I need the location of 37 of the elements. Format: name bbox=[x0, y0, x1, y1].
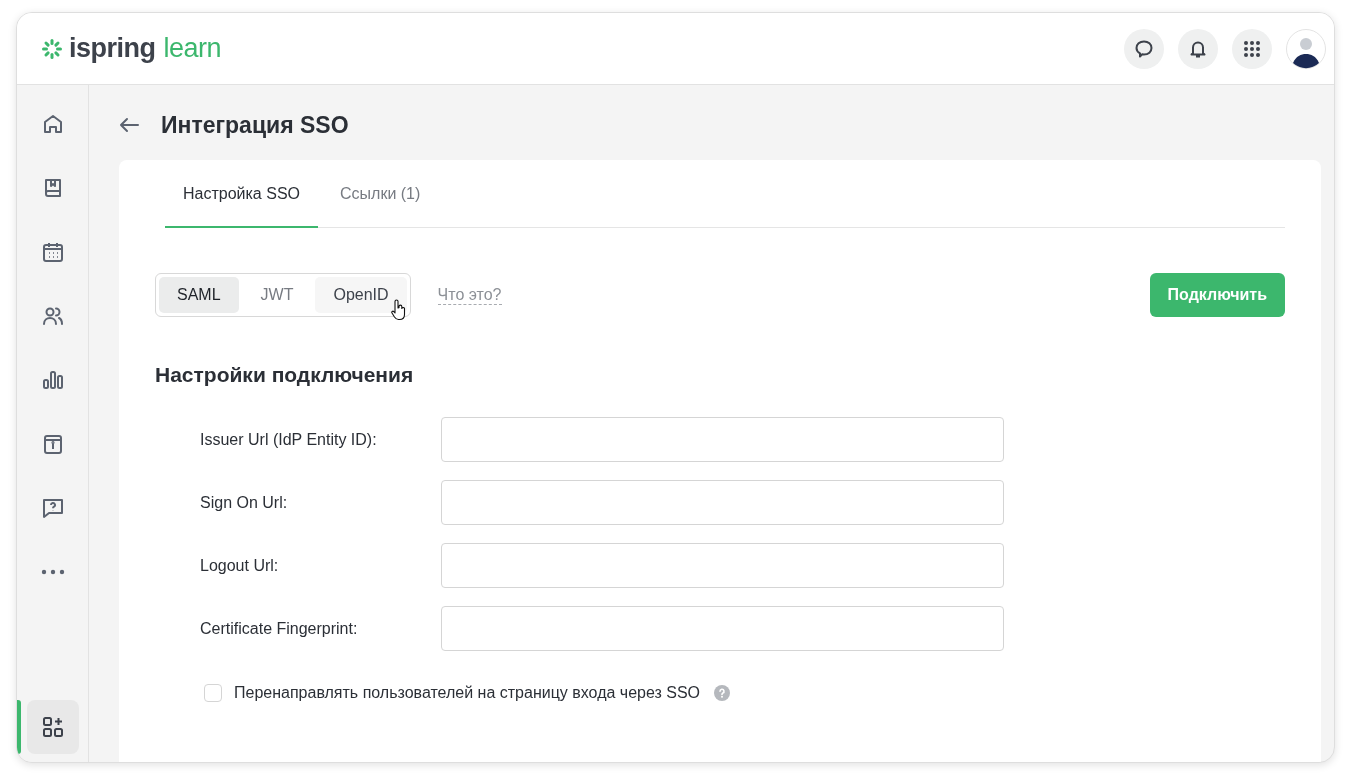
hand-cursor-icon bbox=[390, 299, 407, 321]
apps-grid-icon bbox=[1243, 39, 1261, 58]
calendar-icon bbox=[40, 240, 65, 264]
logo-icon bbox=[41, 37, 63, 60]
connect-button[interactable]: Подключить bbox=[1149, 273, 1285, 317]
page-title: Интеграция SSO bbox=[161, 111, 349, 139]
checkbox-label: Перенаправлять пользователей на страницу входа через SSO bbox=[234, 684, 701, 702]
sidebar-item[interactable] bbox=[26, 700, 79, 754]
section-title: Настройки подключения bbox=[155, 363, 415, 387]
add-apps-icon bbox=[40, 715, 65, 739]
bar-chart-icon bbox=[40, 368, 65, 392]
logo-product-text: learn bbox=[163, 33, 222, 64]
chat-icon bbox=[1134, 38, 1154, 59]
input-field[interactable] bbox=[441, 417, 1004, 462]
input-field[interactable] bbox=[441, 606, 1004, 651]
tab[interactable]: Ссылки (1) bbox=[322, 160, 439, 228]
more-icon bbox=[40, 569, 65, 575]
help-chat-icon bbox=[40, 496, 65, 520]
input-field[interactable] bbox=[441, 543, 1004, 588]
chat-button[interactable] bbox=[1124, 28, 1164, 69]
tab[interactable]: Настройка SSO bbox=[165, 160, 318, 228]
field-label: Certificate Fingerprint: bbox=[200, 619, 359, 638]
field-label: Logout Url: bbox=[200, 556, 280, 575]
back-arrow-icon bbox=[119, 117, 139, 133]
input-field[interactable] bbox=[441, 480, 1004, 525]
checkbox[interactable] bbox=[204, 684, 222, 702]
logo-brand-text: ispring bbox=[69, 33, 156, 64]
active-indicator bbox=[17, 700, 21, 754]
back-button[interactable] bbox=[119, 117, 139, 133]
field-label: Issuer Url (IdP Entity ID): bbox=[200, 430, 378, 449]
avatar[interactable] bbox=[1286, 28, 1326, 69]
field-label: Sign On Url: bbox=[200, 493, 289, 512]
protocol-option[interactable]: JWT bbox=[242, 277, 312, 313]
notifications-button[interactable] bbox=[1178, 28, 1218, 69]
what-is-this-link[interactable]: Что это? bbox=[437, 285, 502, 305]
protocol-option[interactable]: SAML bbox=[159, 277, 239, 313]
apps-button[interactable] bbox=[1232, 28, 1272, 69]
